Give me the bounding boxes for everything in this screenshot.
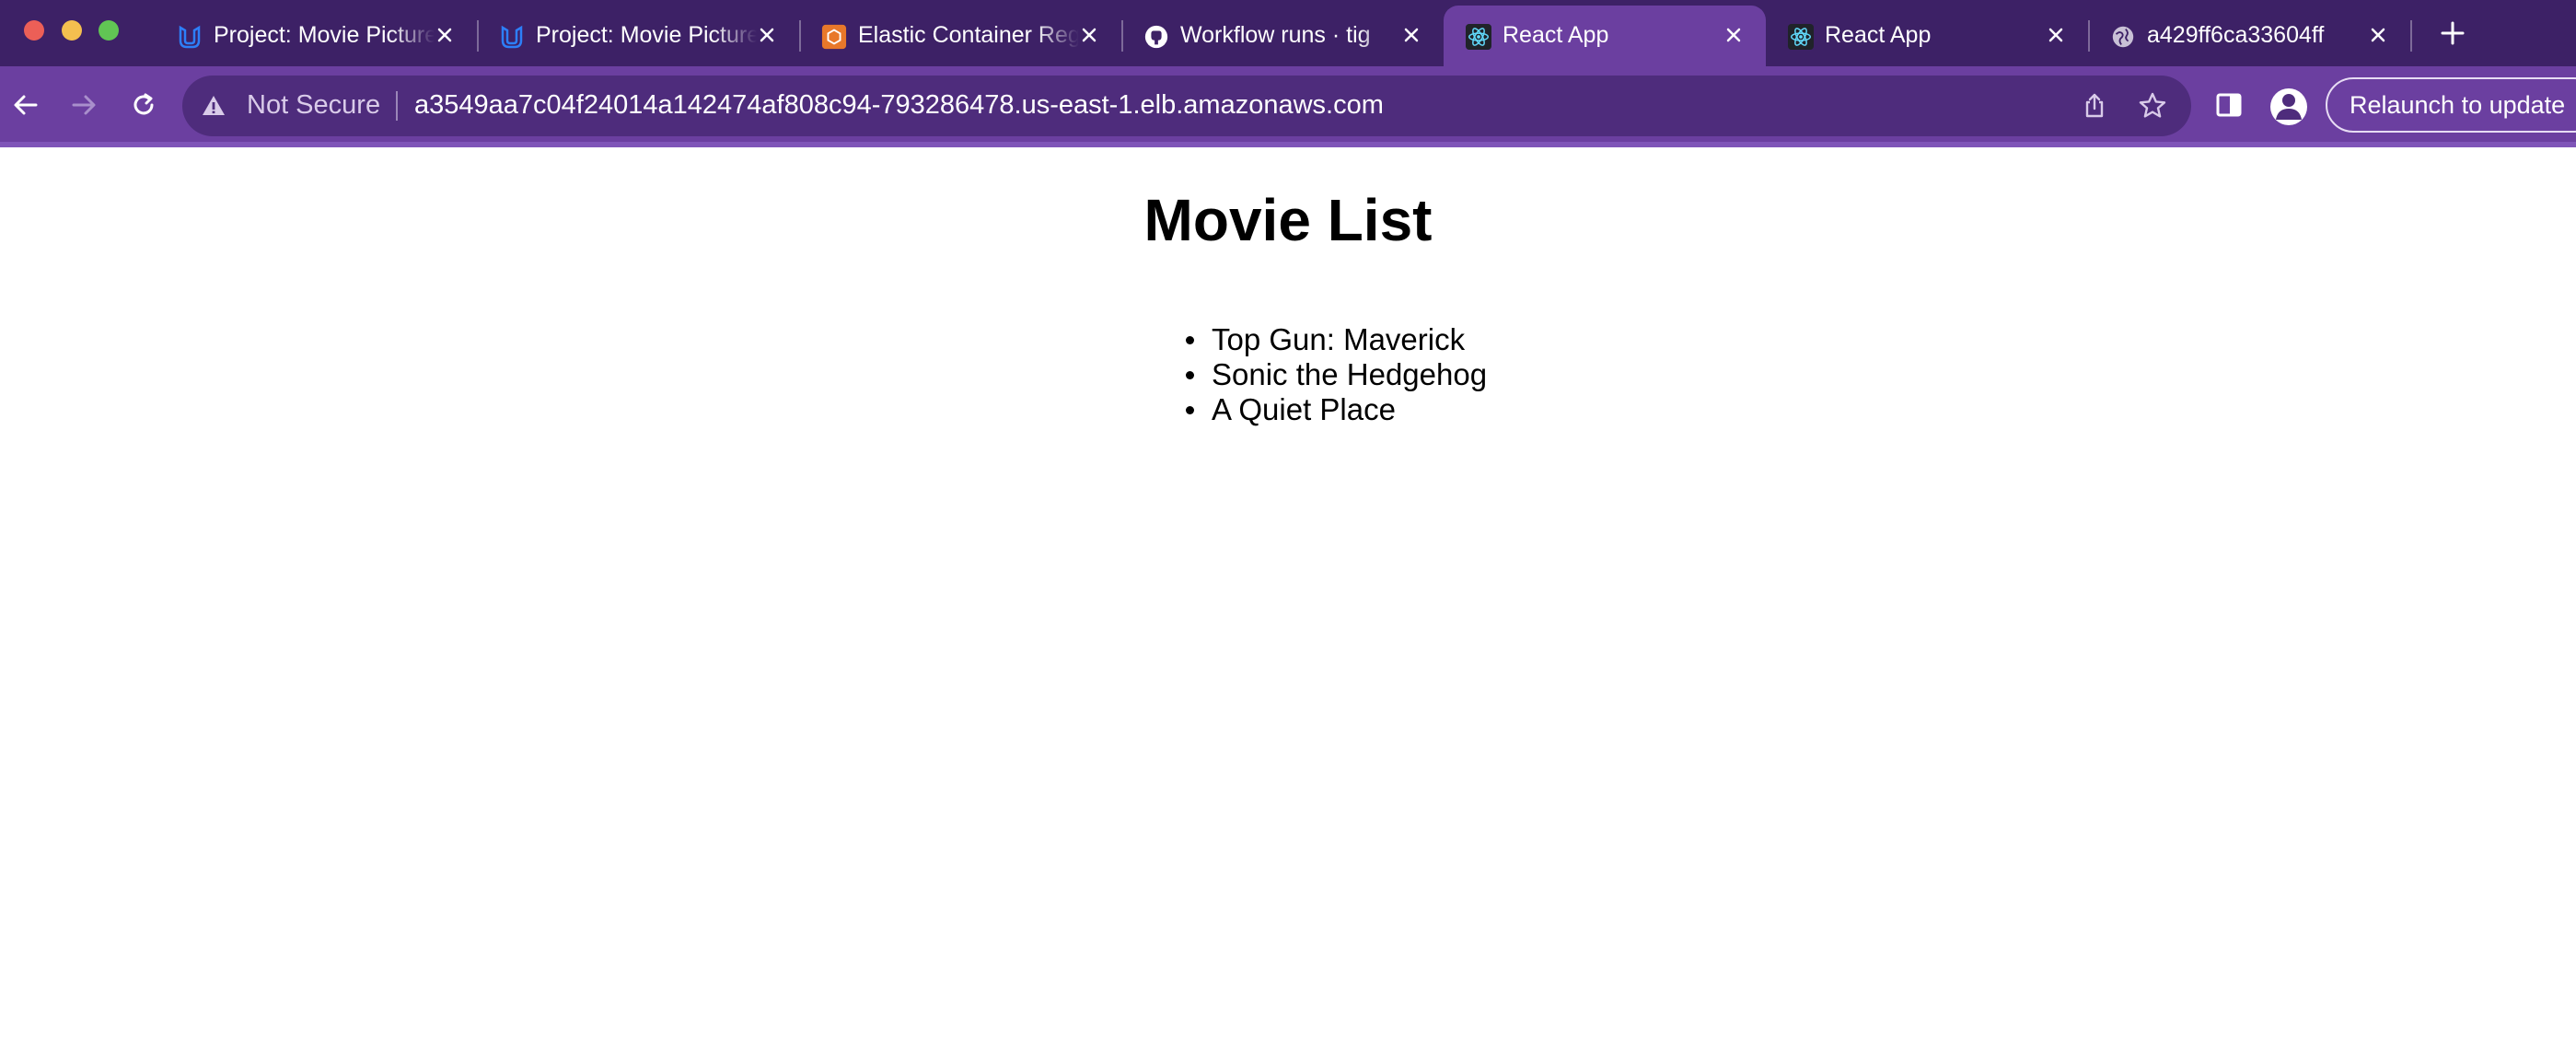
tab-react-app[interactable]: React App xyxy=(1766,6,2088,66)
new-tab-button[interactable] xyxy=(2436,18,2469,52)
page-title: Movie List xyxy=(1143,187,1433,253)
github-icon xyxy=(1143,24,1169,50)
udacity-icon xyxy=(177,24,203,50)
tab-title: Project: Movie Picture Pipeline xyxy=(214,22,435,48)
aws-ecr-icon xyxy=(821,24,847,50)
warning-icon[interactable] xyxy=(201,93,226,119)
minimize-window-button[interactable] xyxy=(62,20,82,41)
back-button[interactable] xyxy=(6,87,46,127)
browser-toolbar: Not Secure a3549aa7c04f24014a142474af808… xyxy=(0,66,2576,145)
tab-workflow-runs[interactable]: Workflow runs · tig xyxy=(1121,6,1444,66)
tab-title: Elastic Container Registry xyxy=(858,22,1079,48)
tab-elb-host[interactable]: a429ff6ca33604ff xyxy=(2088,6,2410,66)
tab-divider xyxy=(2410,20,2412,52)
address-divider xyxy=(396,91,398,121)
side-panel-button[interactable] xyxy=(2212,90,2245,123)
page-content: Movie List Top Gun: Maverick Sonic the H… xyxy=(0,147,2576,1059)
tab-strip: Project: Movie Picture Pipeline Project:… xyxy=(0,0,2576,66)
arrow-right-icon xyxy=(70,91,98,123)
close-icon[interactable] xyxy=(2364,21,2392,49)
profile-avatar[interactable] xyxy=(2270,88,2307,125)
close-icon[interactable] xyxy=(1720,21,1747,49)
tab-project-movie-picture-1[interactable]: Project: Movie Picture Pipeline xyxy=(155,6,477,66)
close-icon[interactable] xyxy=(1075,21,1103,49)
security-status-label[interactable]: Not Secure xyxy=(247,90,380,121)
tab-project-movie-picture-2[interactable]: Project: Movie Picture Pipeline xyxy=(477,6,799,66)
react-icon xyxy=(1466,24,1491,50)
share-icon[interactable] xyxy=(2081,92,2108,120)
movie-list: Top Gun: Maverick Sonic the Hedgehog A Q… xyxy=(1186,322,1487,427)
close-icon[interactable] xyxy=(753,21,781,49)
tab-title: Project: Movie Picture Pipeline xyxy=(536,22,757,48)
react-icon xyxy=(1788,24,1814,50)
globe-icon xyxy=(2110,24,2136,50)
url-text[interactable]: a3549aa7c04f24014a142474af808c94-7932864… xyxy=(414,90,1384,121)
tab-title: a429ff6ca33604ff xyxy=(2147,22,2325,48)
address-bar[interactable]: Not Secure a3549aa7c04f24014a142474af808… xyxy=(182,76,2191,136)
person-icon xyxy=(2270,88,2307,125)
list-item: Top Gun: Maverick xyxy=(1186,322,1487,357)
close-window-button[interactable] xyxy=(24,20,44,41)
close-icon[interactable] xyxy=(2042,21,2070,49)
tab-title: React App xyxy=(1503,22,1609,48)
tab-react-app-active[interactable]: React App xyxy=(1444,6,1766,66)
relaunch-button[interactable]: Relaunch to update xyxy=(2326,77,2576,133)
close-icon[interactable] xyxy=(431,21,458,49)
tab-title: React App xyxy=(1825,22,1932,48)
side-panel-icon xyxy=(2215,91,2243,123)
reload-icon xyxy=(130,91,157,123)
bookmark-star-icon[interactable] xyxy=(2138,91,2167,121)
udacity-icon xyxy=(499,24,525,50)
list-item: Sonic the Hedgehog xyxy=(1186,357,1487,392)
close-icon[interactable] xyxy=(1398,21,1425,49)
forward-button[interactable] xyxy=(64,87,104,127)
tab-elastic-container-registry[interactable]: Elastic Container Registry xyxy=(799,6,1121,66)
reload-button[interactable] xyxy=(123,87,164,127)
tab-title: Workflow runs · tig xyxy=(1180,22,1371,48)
arrow-left-icon xyxy=(12,91,40,123)
plus-icon xyxy=(2440,20,2466,51)
maximize-window-button[interactable] xyxy=(99,20,119,41)
list-item: A Quiet Place xyxy=(1186,392,1487,427)
